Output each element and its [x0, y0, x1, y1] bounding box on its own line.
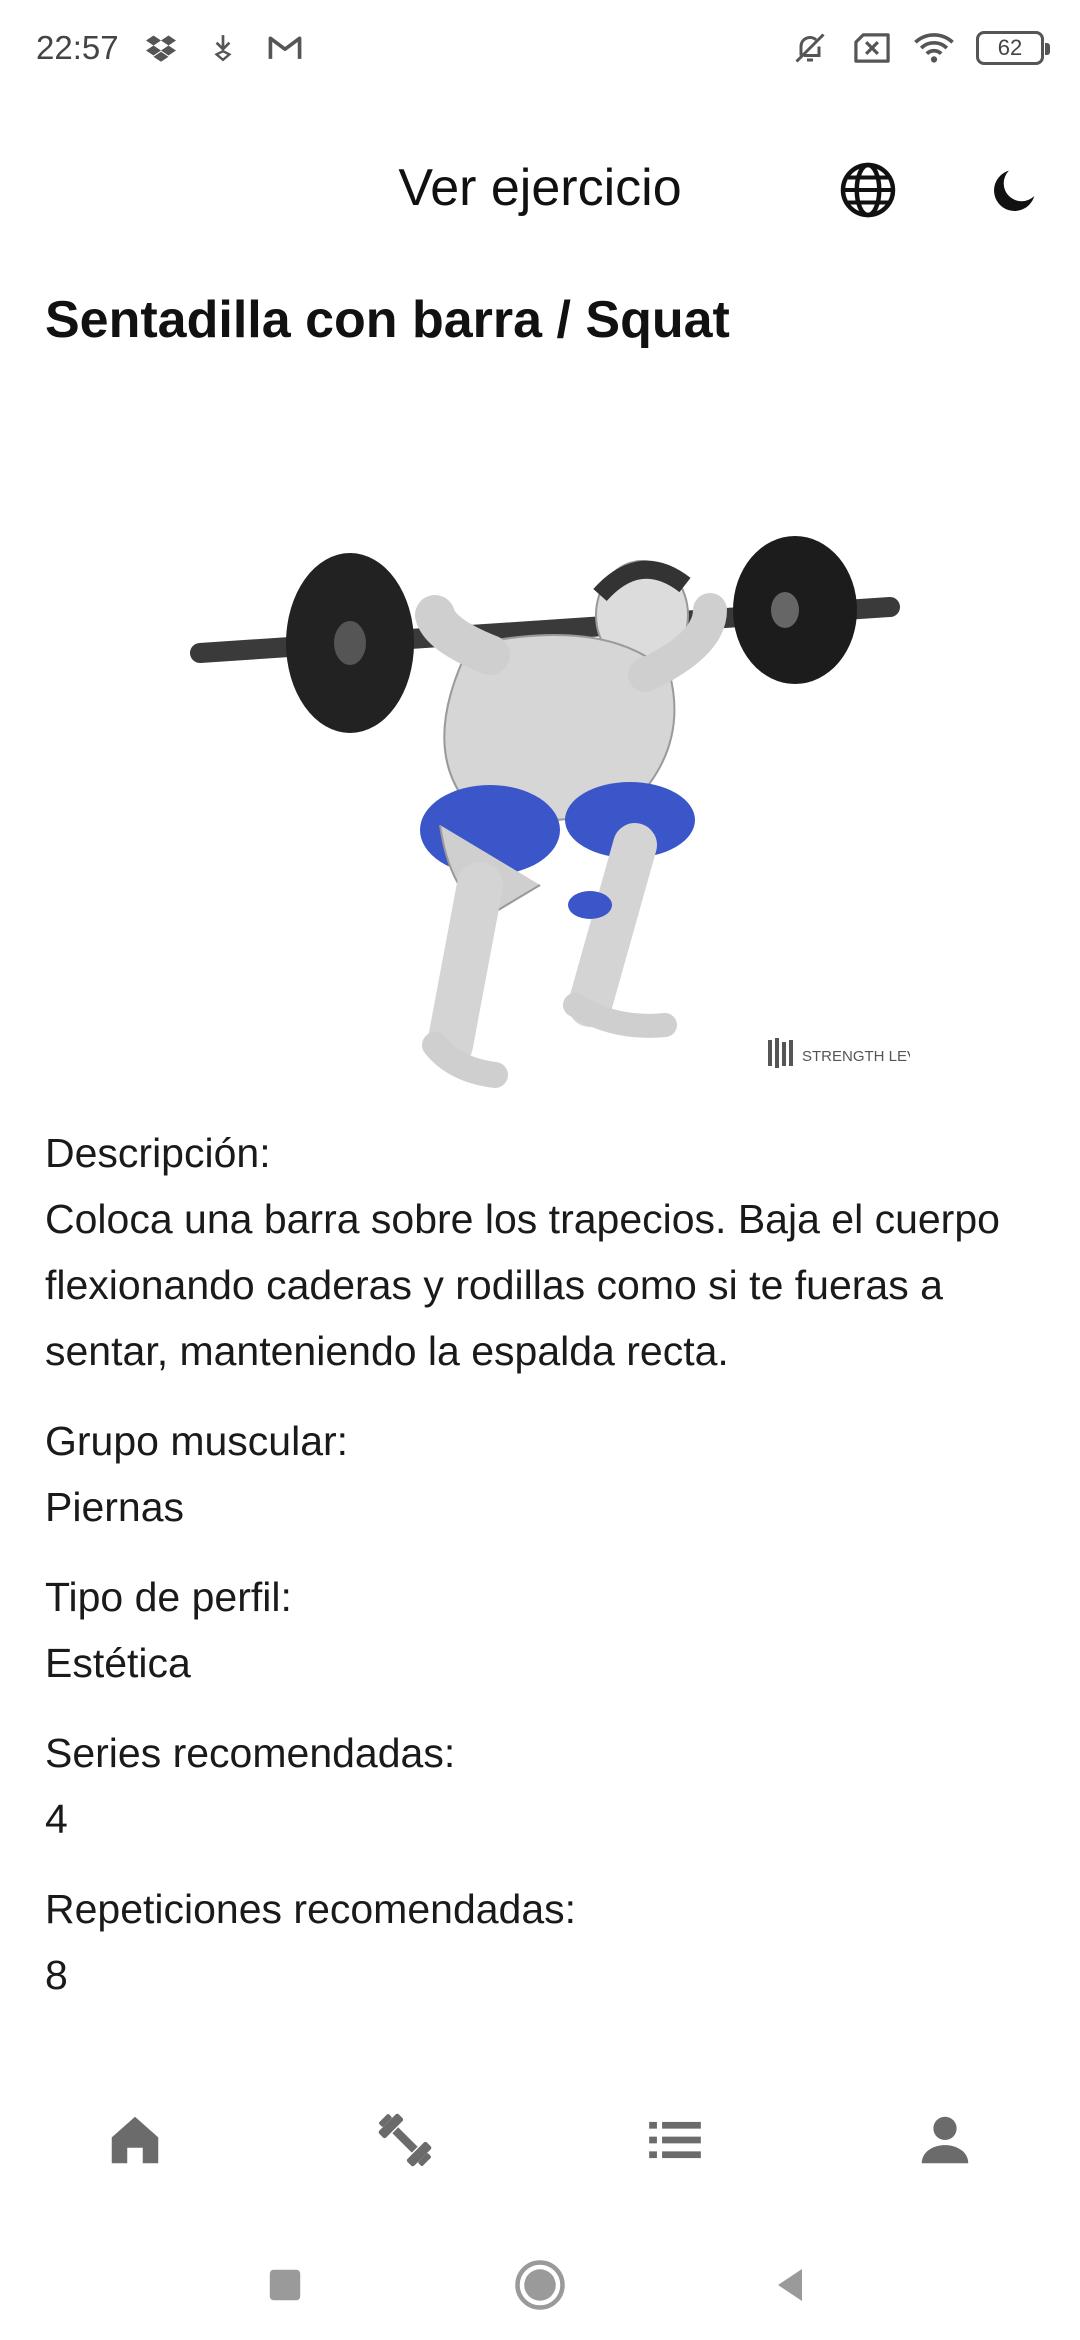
language-button[interactable] — [828, 150, 908, 230]
status-right: 62 — [790, 28, 1050, 68]
recents-button[interactable] — [250, 2250, 320, 2320]
exercise-title: Sentadilla con barra / Squat — [45, 291, 730, 349]
muscle-group-section: Grupo muscular: Piernas — [45, 1408, 1035, 1540]
screen: 22:57 62 Ver ejercicio Sentadilla con ba… — [0, 0, 1080, 2340]
download-icon — [203, 28, 243, 68]
gmail-icon — [265, 28, 305, 68]
sets-section: Series recomendadas: 4 — [45, 1720, 1035, 1852]
exercise-info: Descripción: Coloca una barra sobre los … — [45, 1120, 1035, 2032]
wifi-icon — [914, 28, 954, 68]
square-icon — [269, 2269, 301, 2301]
description-label: Descripción: — [45, 1130, 271, 1176]
nav-list[interactable] — [615, 2080, 735, 2200]
back-button[interactable] — [755, 2250, 825, 2320]
reps-section: Repeticiones recomendadas: 8 — [45, 1876, 1035, 2008]
reps-label: Repeticiones recomendadas: — [45, 1886, 577, 1932]
profile-type-label: Tipo de perfil: — [45, 1574, 292, 1620]
watermark-text: STRENGTH LEVEL — [802, 1048, 910, 1065]
status-bar: 22:57 62 — [0, 0, 1080, 96]
list-icon — [649, 2121, 701, 2159]
page-title: Ver ejercicio — [398, 159, 682, 217]
dropbox-icon — [141, 28, 181, 68]
status-time: 22:57 — [36, 29, 119, 66]
status-left: 22:57 — [36, 28, 305, 68]
globe-icon — [840, 162, 896, 218]
moon-icon — [994, 170, 1035, 211]
muscle-group-value: Piernas — [45, 1484, 185, 1530]
bell-off-icon — [790, 28, 830, 68]
nav-home[interactable] — [75, 2080, 195, 2200]
sets-value: 4 — [45, 1796, 68, 1842]
exercise-illustration: STRENGTH LEVEL — [190, 525, 935, 1095]
back-triangle-icon — [778, 2269, 802, 2301]
battery-level: 62 — [997, 35, 1023, 60]
reps-value: 8 — [45, 1952, 68, 1998]
sets-label: Series recomendadas: — [45, 1730, 456, 1776]
nav-profile[interactable] — [885, 2080, 1005, 2200]
app-bar: Ver ejercicio — [0, 130, 1080, 250]
description-section: Descripción: Coloca una barra sobre los … — [45, 1120, 1035, 1384]
profile-type-section: Tipo de perfil: Estética — [45, 1564, 1035, 1696]
nav-workouts[interactable] — [345, 2080, 465, 2200]
battery-icon: 62 — [976, 31, 1050, 65]
system-navigation — [0, 2230, 1080, 2340]
home-system-button[interactable] — [505, 2250, 575, 2320]
dumbbell-icon — [378, 2113, 432, 2167]
muscle-group-label: Grupo muscular: — [45, 1418, 349, 1464]
home-icon — [111, 2116, 159, 2164]
description-text: Coloca una barra sobre los trapecios. Ba… — [45, 1196, 1000, 1374]
sim-off-icon — [852, 28, 892, 68]
person-icon — [921, 2116, 969, 2164]
dark-mode-button[interactable] — [975, 150, 1055, 230]
profile-type-value: Estética — [45, 1640, 191, 1686]
circle-icon — [515, 2260, 565, 2310]
bottom-navigation — [0, 2070, 1080, 2210]
